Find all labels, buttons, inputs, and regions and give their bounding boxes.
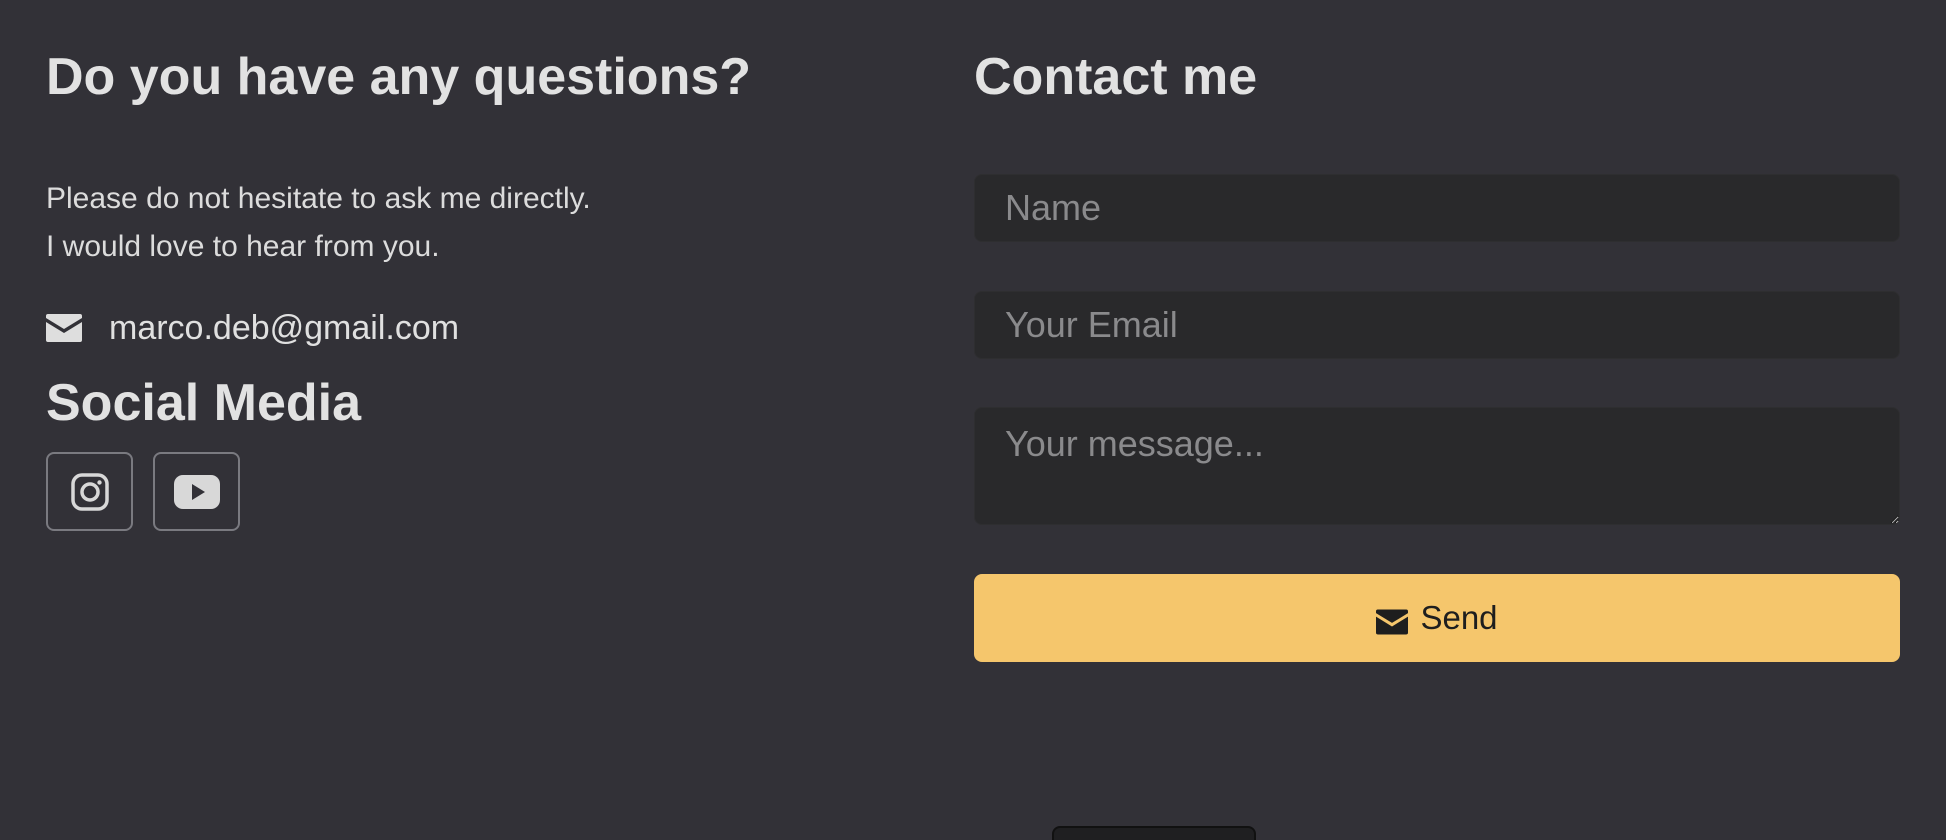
youtube-icon: [173, 474, 220, 509]
send-label: Send: [1420, 599, 1498, 636]
message-textarea[interactable]: [974, 407, 1900, 525]
instagram-icon: [70, 472, 109, 511]
envelope-icon: [1376, 605, 1409, 635]
social-media-heading: Social Media: [46, 374, 361, 432]
intro-line-2: I would love to hear from you.: [46, 230, 440, 263]
intro-text: Please do not hesitate to ask me directl…: [46, 175, 591, 271]
send-button[interactable]: Send: [974, 574, 1900, 662]
bottom-tab[interactable]: [1052, 826, 1256, 840]
social-links: [46, 452, 240, 531]
name-input[interactable]: [974, 174, 1900, 242]
youtube-button[interactable]: [153, 452, 240, 531]
envelope-icon: [46, 314, 82, 342]
questions-heading: Do you have any questions?: [46, 48, 752, 106]
instagram-button[interactable]: [46, 452, 133, 531]
email-input[interactable]: [974, 291, 1900, 359]
email-row: marco.deb@gmail.com: [46, 304, 459, 352]
intro-line-1: Please do not hesitate to ask me directl…: [46, 182, 591, 215]
email-address: marco.deb@gmail.com: [109, 308, 460, 347]
contact-section: Do you have any questions? Please do not…: [0, 0, 1946, 840]
contact-heading: Contact me: [974, 48, 1258, 106]
